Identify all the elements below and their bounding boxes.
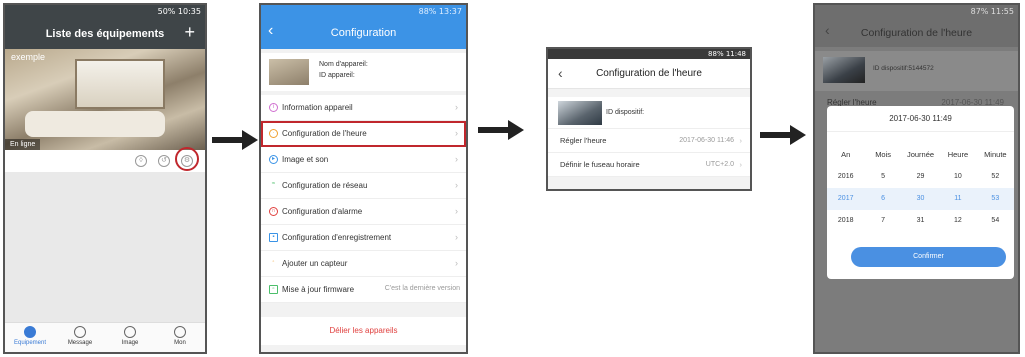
- menu-item-network[interactable]: ≈ Configuration de réseau ›: [261, 173, 466, 199]
- add-device-button[interactable]: +: [184, 22, 195, 43]
- sensor-icon: ◦: [272, 259, 275, 265]
- config-menu: i Information appareil › · Configuration de…: [261, 95, 466, 303]
- device-id: ID dispositif:: [606, 109, 645, 116]
- timezone-value: UTC+2.0: [705, 161, 734, 168]
- page-title: Liste des équipements: [45, 28, 165, 40]
- time-picker-screen: 87% 11:55 ‹ Configuration de l'heure ID …: [813, 3, 1020, 354]
- status-bar: 88% 13:37: [418, 7, 462, 16]
- clock-icon: ·: [269, 129, 278, 138]
- firmware-status: C'est la dernière version: [384, 285, 460, 292]
- menu-item-add-sensor[interactable]: ◦ Ajouter un capteur ›: [261, 251, 466, 277]
- device-list-screen: 50% 10:35 Liste des équipements + exempl…: [3, 3, 207, 354]
- message-icon: [74, 326, 86, 338]
- time-config-screen: 88% 11:48 ‹ Configuration de l'heure ID …: [546, 47, 752, 191]
- status-bar: 88% 11:48: [708, 50, 746, 58]
- chevron-right-icon: ›: [455, 128, 458, 138]
- image-icon: [124, 326, 136, 338]
- configuration-header: 88% 13:37 ‹ Configuration: [261, 5, 466, 49]
- page-title: Configuration: [330, 27, 397, 39]
- device-thumbnail: [558, 101, 602, 125]
- chevron-right-icon: ›: [455, 206, 458, 216]
- back-button[interactable]: ‹: [825, 22, 830, 38]
- tab-equipement[interactable]: Equipement: [5, 323, 55, 352]
- device-thumbnail: [823, 57, 865, 83]
- status-area: 87% 11:55 ‹ Configuration de l'heure: [815, 5, 1018, 47]
- arrow-icon: [478, 118, 524, 142]
- play-icon: ▸: [269, 155, 278, 164]
- menu-item-recording[interactable]: ▪ Configuration d'enregistrement ›: [261, 225, 466, 251]
- minute-column[interactable]: Minute 52 53 54: [977, 144, 1014, 232]
- page-title: Configuration de l'heure: [860, 27, 973, 39]
- device-icon: [24, 326, 36, 338]
- set-time-value: 2017-06-30 11:46: [679, 137, 734, 144]
- preview-window-image: [75, 59, 165, 109]
- time-config-header: ‹ Configuration de l'heure: [815, 19, 1018, 47]
- arrow-icon: [760, 123, 806, 147]
- back-button[interactable]: ‹: [558, 65, 563, 81]
- chevron-right-icon: ›: [739, 136, 743, 145]
- menu-item-alarm[interactable]: ∩ Configuration d'alarme ›: [261, 199, 466, 225]
- tab-mon[interactable]: Mon: [155, 323, 205, 352]
- device-name: exemple: [11, 52, 46, 62]
- picker-title: 2017-06-30 11:49: [827, 106, 1014, 132]
- gear-highlight-circle: [175, 147, 199, 171]
- video-icon: ▪: [269, 233, 278, 242]
- device-thumbnail: [269, 59, 309, 85]
- shield-icon[interactable]: ◊: [135, 155, 147, 167]
- chevron-right-icon: ›: [455, 102, 458, 112]
- confirm-button[interactable]: Confirmer: [851, 247, 1006, 267]
- status-bar: 50% 10:35: [157, 7, 201, 16]
- bottom-tab-bar: Equipement Message Image Mon: [5, 322, 205, 352]
- month-column[interactable]: Mois 5 6 7: [864, 144, 901, 232]
- set-time-row[interactable]: Régler l'heure 2017-06-30 11:46 ›: [548, 129, 750, 153]
- time-config-header: ‹ Configuration de l'heure: [548, 59, 750, 89]
- menu-item-time-config[interactable]: · Configuration de l'heure ›: [261, 121, 466, 147]
- back-button[interactable]: ‹: [268, 22, 273, 40]
- device-list-header: 50% 10:35 Liste des équipements +: [5, 5, 205, 49]
- firmware-icon: ▫: [269, 285, 278, 294]
- chevron-right-icon: ›: [455, 258, 458, 268]
- user-icon: [174, 326, 186, 338]
- tab-message[interactable]: Message: [55, 323, 105, 352]
- wifi-icon: ≈: [271, 181, 276, 187]
- year-column[interactable]: An 2016 2017 2018: [827, 144, 864, 232]
- device-id-label: ID appareil:: [319, 72, 355, 79]
- camera-preview[interactable]: exemple En ligne: [5, 49, 205, 150]
- day-column[interactable]: Journée 29 30 31: [902, 144, 939, 232]
- info-icon: i: [269, 103, 278, 112]
- device-card: Nom d'appareil: ID appareil:: [261, 53, 466, 91]
- menu-item-image-sound[interactable]: ▸ Image et son ›: [261, 147, 466, 173]
- online-status-badge: En ligne: [5, 139, 41, 150]
- chevron-right-icon: ›: [455, 154, 458, 164]
- bell-icon: ∩: [269, 207, 278, 216]
- configuration-screen: 88% 13:37 ‹ Configuration Nom d'appareil…: [259, 3, 468, 354]
- tab-image[interactable]: Image: [105, 323, 155, 352]
- playback-icon[interactable]: ↺: [158, 155, 170, 167]
- unbind-devices-button[interactable]: Délier les appareils: [261, 317, 466, 345]
- page-title: Configuration de l'heure: [596, 68, 702, 79]
- status-bar: 87% 11:55: [970, 7, 1014, 16]
- menu-item-firmware[interactable]: ▫ Mise à jour firmware C'est la dernière v…: [261, 277, 466, 303]
- chevron-right-icon: ›: [739, 160, 743, 169]
- device-card: ID dispositif:5144572: [815, 51, 1018, 91]
- timezone-row[interactable]: Définir le fuseau horaire UTC+2.0 ›: [548, 153, 750, 177]
- device-name-label: Nom d'appareil:: [319, 61, 368, 68]
- chevron-right-icon: ›: [455, 232, 458, 242]
- arrow-icon: [212, 128, 258, 152]
- status-area: 88% 11:48: [548, 49, 750, 59]
- hour-column[interactable]: Heure 10 11 12: [939, 144, 976, 232]
- menu-item-information[interactable]: i Information appareil ›: [261, 95, 466, 121]
- device-card: ID dispositif:: [548, 97, 750, 129]
- device-id: ID dispositif:5144572: [873, 65, 934, 72]
- preview-sofa-image: [25, 111, 165, 137]
- device-toolbar: ◊ ↺ ⚙: [5, 147, 205, 172]
- chevron-right-icon: ›: [455, 180, 458, 190]
- date-time-picker: 2017-06-30 11:49 An 2016 2017 2018 Mois …: [827, 106, 1014, 279]
